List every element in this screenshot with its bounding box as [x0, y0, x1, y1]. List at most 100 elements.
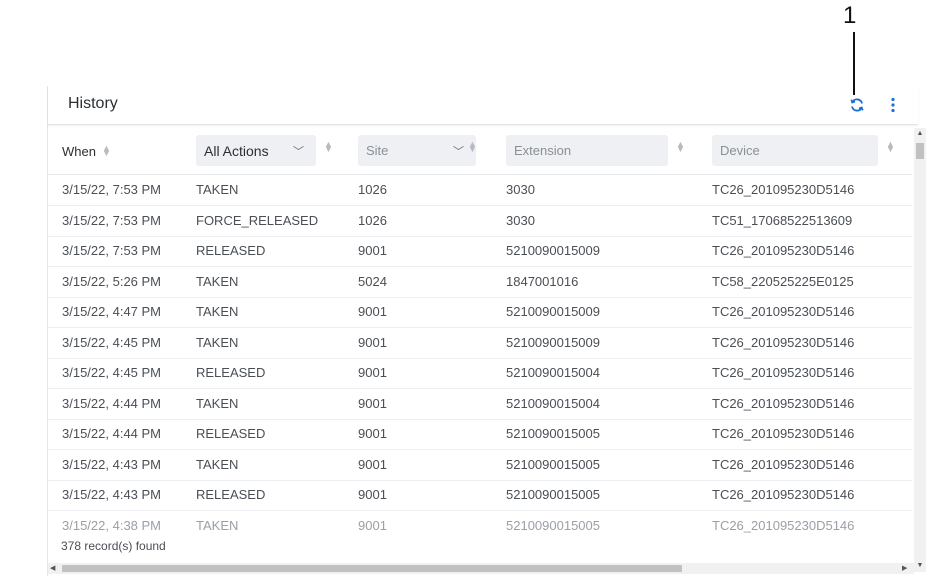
cell-site: 1026 — [358, 182, 387, 197]
cell-device: TC51_17068522513609 — [712, 212, 853, 228]
cell-when: 3/15/22, 7:53 PM — [62, 212, 162, 228]
cell-when: 3/15/22, 4:44 PM — [62, 395, 162, 411]
table-row[interactable]: 3/15/22, 7:53 PM RELEASED 9001 521009001500… — [48, 235, 912, 267]
cell-action: TAKEN — [196, 273, 239, 289]
cell-action: RELEASED — [196, 243, 266, 258]
cell-when: 3/15/22, 7:53 PM — [62, 243, 162, 258]
cell-when: 3/15/22, 5:26 PM — [62, 273, 162, 289]
cell-device: TC26_201095230D5146 — [712, 182, 855, 197]
cell-action: TAKEN — [196, 182, 239, 197]
table-footer: 378 record(s) found — [48, 534, 912, 564]
table-row[interactable]: 3/15/22, 4:45 PM RELEASED 9001 521009001500… — [48, 357, 912, 389]
cell-action: TAKEN — [196, 395, 239, 411]
sort-icon[interactable]: ▲ ▼ — [886, 140, 895, 154]
scroll-down-arrow-icon[interactable]: ▼ — [914, 560, 926, 572]
cell-device: TC26_201095230D5146 — [712, 395, 855, 411]
chevron-down-icon: ﹀ — [453, 146, 464, 158]
table-row[interactable]: 3/15/22, 4:43 PM RELEASED 9001 521009001500… — [48, 479, 912, 511]
cell-extension: 5210090015005 — [506, 456, 600, 472]
table-row[interactable]: 3/15/22, 4:44 PM TAKEN 9001 5210090015004 TC… — [48, 388, 912, 420]
device-filter-placeholder: Device — [720, 143, 760, 158]
cell-action: TAKEN — [196, 456, 239, 472]
cell-device: TC26_201095230D5146 — [712, 365, 855, 380]
history-grid: When ▲ ▼ All Actions ﹀ ▲ ▼ Site ﹀ ▲ ▼ Exten… — [48, 128, 912, 560]
table-row[interactable]: 3/15/22, 4:47 PM TAKEN 9001 5210090015009 TC… — [48, 296, 912, 328]
cell-site: 9001 — [358, 243, 387, 258]
sort-icon[interactable]: ▲ ▼ — [676, 140, 685, 154]
cell-action: FORCE_RELEASED — [196, 212, 319, 228]
horizontal-scrollbar-thumb[interactable] — [62, 565, 682, 572]
sort-icon[interactable]: ▲ ▼ — [324, 140, 333, 154]
cell-site: 9001 — [358, 395, 387, 411]
record-count: 378 record(s) found — [61, 539, 166, 553]
cell-when: 3/15/22, 4:45 PM — [62, 334, 162, 350]
actions-filter-select[interactable]: All Actions ﹀ — [196, 135, 316, 166]
scroll-left-arrow-icon[interactable]: ◀ — [50, 563, 60, 574]
cell-site: 5024 — [358, 273, 387, 289]
table-row[interactable]: 3/15/22, 7:53 PM FORCE_RELEASED 1026 3030 TC… — [48, 205, 912, 237]
cell-device: TC26_201095230D5146 — [712, 517, 855, 533]
cell-site: 9001 — [358, 517, 387, 533]
cell-extension: 1847001016 — [506, 273, 579, 289]
cell-action: TAKEN — [196, 304, 239, 319]
cell-device: TC26_201095230D5146 — [712, 243, 855, 258]
cell-device: TC58_220525225E0125 — [712, 273, 854, 289]
cell-extension: 5210090015005 — [506, 426, 600, 441]
extension-filter-input[interactable]: Extension — [506, 135, 668, 166]
cell-site: 1026 — [358, 212, 387, 228]
refresh-icon — [850, 98, 864, 112]
column-header-when-label: When — [62, 143, 96, 159]
actions-filter-value: All Actions — [204, 142, 269, 159]
cell-extension: 3030 — [506, 182, 535, 197]
more-vertical-icon — [891, 97, 895, 113]
refresh-button[interactable] — [846, 94, 868, 116]
cell-when: 3/15/22, 4:43 PM — [62, 456, 162, 472]
cell-when: 3/15/22, 7:53 PM — [62, 182, 162, 197]
more-options-button[interactable] — [882, 94, 904, 116]
cell-when: 3/15/22, 4:44 PM — [62, 426, 162, 441]
table-row[interactable]: 3/15/22, 4:45 PM TAKEN 9001 5210090015009 TC… — [48, 327, 912, 359]
extension-filter-placeholder: Extension — [514, 143, 572, 158]
cell-site: 9001 — [358, 304, 387, 319]
panel-title: History — [68, 95, 118, 112]
vertical-scrollbar[interactable] — [914, 128, 926, 572]
cell-site: 9001 — [358, 334, 387, 350]
site-filter-select[interactable]: Site ﹀ — [358, 135, 476, 166]
cell-when: 3/15/22, 4:38 PM — [62, 517, 162, 533]
cell-extension: 5210090015009 — [506, 304, 600, 319]
vertical-scrollbar-thumb[interactable] — [916, 143, 924, 159]
table-row[interactable]: 3/15/22, 7:53 PM TAKEN 1026 3030 TC26_201095… — [48, 174, 912, 206]
cell-extension: 5210090015004 — [506, 365, 600, 380]
cell-device: TC26_201095230D5146 — [712, 334, 855, 350]
cell-extension: 3030 — [506, 212, 535, 228]
cell-extension: 5210090015009 — [506, 334, 600, 350]
cell-device: TC26_201095230D5146 — [712, 456, 855, 472]
cell-action: TAKEN — [196, 334, 239, 350]
table-row[interactable]: 3/15/22, 4:44 PM RELEASED 9001 521009001500… — [48, 418, 912, 450]
cell-site: 9001 — [358, 487, 387, 502]
column-header-row: When ▲ ▼ All Actions ﹀ ▲ ▼ Site ﹀ ▲ ▼ Exten… — [48, 128, 912, 175]
cell-action: RELEASED — [196, 487, 266, 502]
cell-extension: 5210090015004 — [506, 395, 600, 411]
scroll-right-arrow-icon[interactable]: ▶ — [902, 563, 912, 574]
cell-site: 9001 — [358, 456, 387, 472]
device-filter-input[interactable]: Device — [712, 135, 878, 166]
scroll-up-arrow-icon[interactable]: ▲ — [914, 128, 926, 140]
cell-device: TC26_201095230D5146 — [712, 487, 855, 502]
table-row[interactable]: 3/15/22, 4:43 PM TAKEN 9001 5210090015005 TC… — [48, 449, 912, 481]
cell-extension: 5210090015009 — [506, 243, 600, 258]
annotation-number: 1 — [843, 2, 857, 29]
cell-action: RELEASED — [196, 365, 266, 380]
cell-when: 3/15/22, 4:43 PM — [62, 487, 162, 502]
sort-icon[interactable]: ▲ ▼ — [468, 140, 477, 154]
table-row[interactable]: 3/15/22, 5:26 PM TAKEN 5024 1847001016 TC58_… — [48, 266, 912, 298]
cell-action: TAKEN — [196, 517, 239, 533]
cell-extension: 5210090015005 — [506, 517, 600, 533]
column-header-when[interactable]: When ▲ ▼ — [62, 128, 111, 174]
sort-icon[interactable]: ▲ ▼ — [102, 144, 111, 158]
site-filter-placeholder: Site — [366, 143, 389, 158]
chevron-down-icon: ﹀ — [293, 146, 304, 158]
cell-device: TC26_201095230D5146 — [712, 426, 855, 441]
cell-when: 3/15/22, 4:47 PM — [62, 304, 162, 319]
cell-site: 9001 — [358, 426, 387, 441]
